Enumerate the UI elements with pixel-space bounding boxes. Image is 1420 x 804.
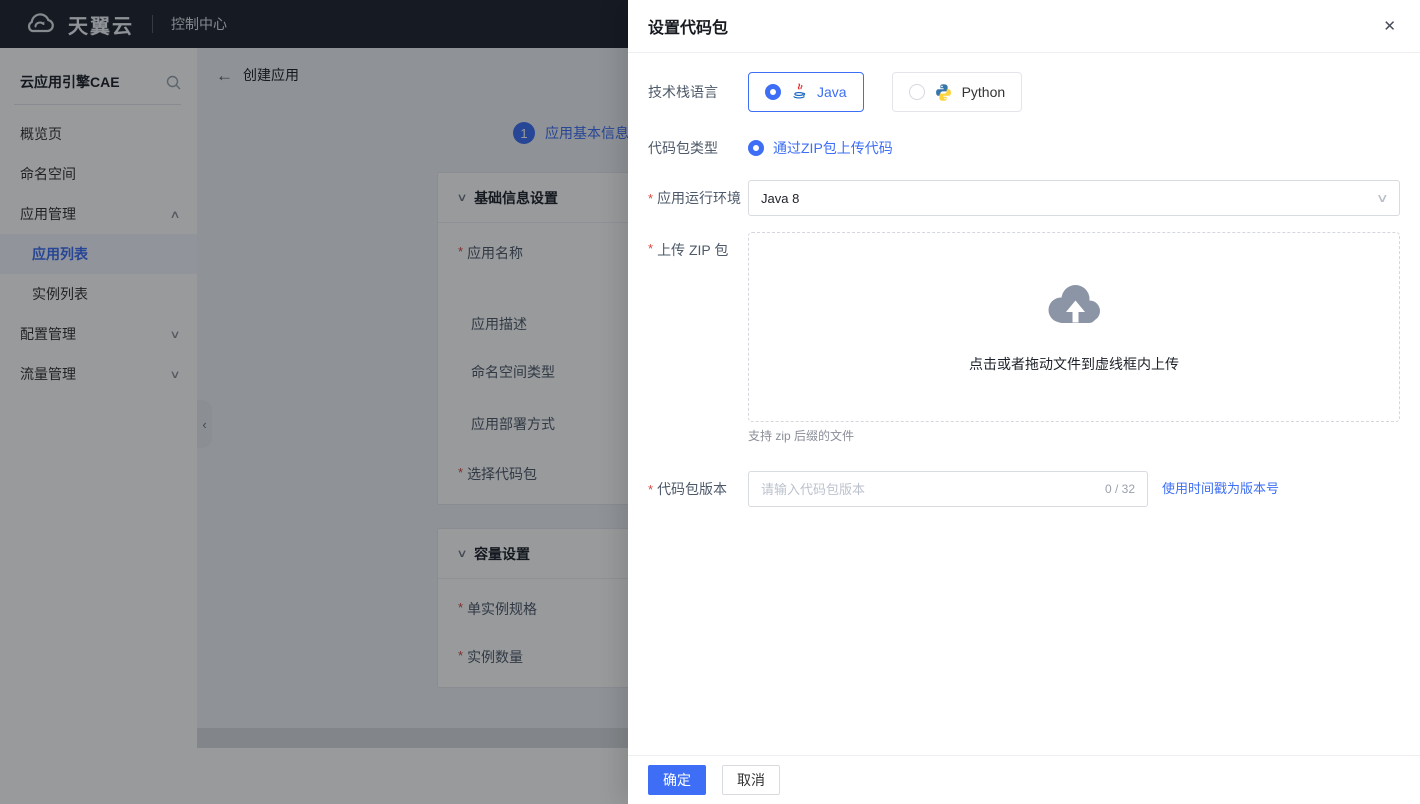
chevron-down-icon: ∨ — [1376, 191, 1390, 205]
upload-dropzone[interactable]: 点击或者拖动文件到虚线框内上传 — [748, 232, 1400, 422]
set-code-package-drawer: 设置代码包 ✕ 技术栈语言 Java Python 代码包类型 通过ZIP包上传… — [628, 0, 1420, 804]
tech-option-python-label: Python — [961, 84, 1006, 100]
version-input-wrap: 0 / 32 — [748, 471, 1148, 507]
radio-unselected-icon — [908, 84, 925, 100]
upload-label: * 上传 ZIP 包 — [648, 232, 748, 422]
close-icon[interactable]: ✕ — [1379, 15, 1400, 37]
radio-selected-icon — [765, 84, 781, 100]
runtime-label: * 应用运行环境 — [648, 180, 748, 216]
package-type-label: 代码包类型 — [648, 140, 718, 156]
version-input[interactable] — [749, 472, 1105, 506]
required-mark: * — [648, 241, 654, 256]
required-mark: * — [648, 191, 654, 206]
cloud-upload-icon — [1043, 280, 1105, 328]
confirm-button[interactable]: 确定 — [648, 765, 706, 795]
upload-hint: 支持 zip 后缀的文件 — [748, 429, 855, 443]
runtime-select[interactable]: Java 8 ∨ — [748, 180, 1400, 216]
runtime-select-value: Java 8 — [761, 190, 800, 206]
cancel-button[interactable]: 取消 — [722, 765, 780, 795]
required-mark: * — [648, 482, 654, 497]
java-icon — [790, 83, 808, 101]
version-label: * 代码包版本 — [648, 471, 748, 507]
tech-option-java[interactable]: Java — [748, 72, 864, 112]
drawer-footer: 确定 取消 — [628, 755, 1420, 804]
char-counter: 0 / 32 — [1104, 482, 1135, 496]
python-icon — [934, 83, 953, 102]
package-type-option-label: 通过ZIP包上传代码 — [773, 140, 893, 156]
drawer-title: 设置代码包 — [648, 20, 729, 37]
use-timestamp-link[interactable]: 使用时间戳为版本号 — [1162, 471, 1279, 507]
package-type-option-zip[interactable]: 通过ZIP包上传代码 — [748, 138, 893, 158]
tech-option-python[interactable]: Python — [891, 72, 1023, 112]
tech-stack-label: 技术栈语言 — [648, 84, 718, 100]
radio-selected-icon — [748, 140, 764, 156]
tech-option-java-label: Java — [817, 84, 847, 100]
upload-drop-text: 点击或者拖动文件到虚线框内上传 — [969, 356, 1179, 372]
